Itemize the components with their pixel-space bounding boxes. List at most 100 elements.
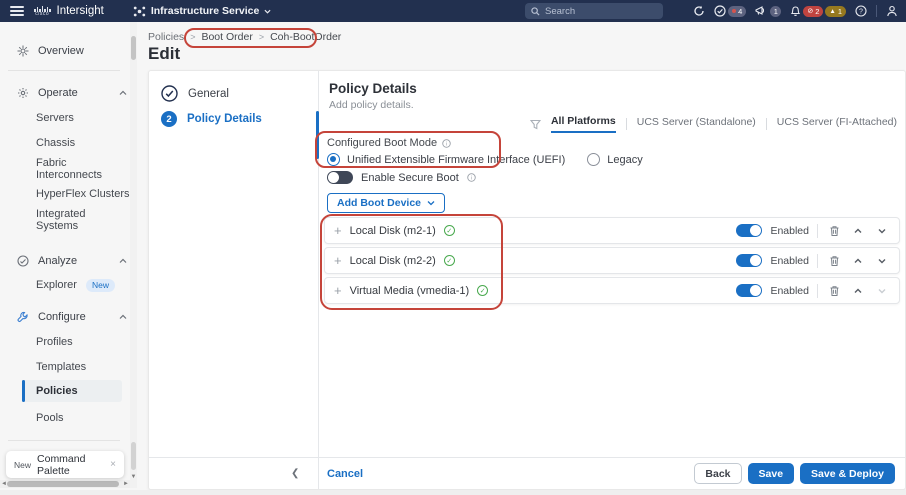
global-search[interactable] <box>525 3 663 19</box>
delete-device-icon[interactable] <box>826 253 842 269</box>
save-deploy-button[interactable]: Save & Deploy <box>800 463 895 484</box>
menu-icon[interactable] <box>10 6 24 16</box>
user-account-icon[interactable] <box>886 5 898 17</box>
secure-boot-toggle[interactable] <box>327 171 353 184</box>
bell-icon <box>791 6 801 16</box>
search-input[interactable] <box>545 5 645 17</box>
chevron-down-icon <box>427 201 435 206</box>
wizard-step-general[interactable]: General <box>161 85 229 102</box>
alarm-warning-badge: ▲ 1 <box>825 5 846 17</box>
move-up-icon[interactable] <box>850 283 866 299</box>
expand-plus-icon[interactable]: + <box>334 254 342 267</box>
svg-text:?: ? <box>859 8 863 15</box>
radio-legacy[interactable] <box>587 153 601 166</box>
sidebar-vertical-scrollbar[interactable]: ▼ <box>130 22 137 488</box>
gear-icon <box>16 87 29 100</box>
top-navigation-bar: cisco Intersight Infrastructure Service <box>0 0 906 22</box>
service-name: Infrastructure Service <box>150 5 260 17</box>
cancel-link[interactable]: Cancel <box>327 468 363 480</box>
tasks-badge: 4 <box>728 5 747 17</box>
breadcrumb-coh-bootorder[interactable]: Coh-BootOrder <box>270 31 341 43</box>
sidebar-item-pools[interactable]: Pools <box>36 410 64 426</box>
filter-icon[interactable] <box>529 119 541 130</box>
intersight-edit-boot-order-page: cisco Intersight Infrastructure Service <box>0 0 906 495</box>
collapse-panel-icon[interactable]: ❮ <box>291 468 299 479</box>
panel-resize-handle[interactable] <box>316 111 319 159</box>
alarm-critical-badge: ⊘ 2 <box>803 5 824 17</box>
radio-uefi[interactable] <box>327 153 340 166</box>
wizard-step-policy-details[interactable]: 2 Policy Details <box>161 111 262 127</box>
expand-plus-icon[interactable]: + <box>334 224 342 237</box>
sidebar-item-fabric-interconnects[interactable]: Fabric Interconnects <box>36 157 130 181</box>
tab-ucs-server-standalone[interactable]: UCS Server (Standalone) <box>637 116 756 132</box>
breadcrumb-boot-order[interactable]: Boot Order <box>201 31 252 43</box>
breadcrumb-policies[interactable]: Policies <box>148 31 184 43</box>
expand-plus-icon[interactable]: + <box>334 284 342 297</box>
move-up-icon[interactable] <box>850 223 866 239</box>
page-bottom-strip <box>0 490 906 495</box>
delete-device-icon[interactable] <box>826 283 842 299</box>
move-down-icon[interactable] <box>874 253 890 269</box>
chevron-down-icon <box>264 9 271 14</box>
radio-uefi-label: Unified Extensible Firmware Interface (U… <box>347 153 566 166</box>
move-down-icon[interactable] <box>874 223 890 239</box>
svg-text:i: i <box>446 141 447 147</box>
refresh-icon[interactable] <box>693 5 705 17</box>
back-button[interactable]: Back <box>694 463 742 484</box>
boot-device-name: Virtual Media (vmedia-1) <box>349 284 470 297</box>
sidebar-horizontal-scrollbar[interactable]: ◄ ► <box>0 480 130 488</box>
new-badge: New <box>86 278 116 292</box>
command-palette-button[interactable]: New Command Palette × <box>6 451 124 478</box>
enabled-label: Enabled <box>770 254 809 267</box>
sidebar-section-configure[interactable]: Configure <box>16 308 127 326</box>
sidebar-item-explorer[interactable]: Explorer New <box>36 277 116 293</box>
boot-device-row: + Local Disk (m2-1) ✓ Enabled <box>324 217 900 244</box>
wrench-icon <box>16 311 29 324</box>
device-enabled-toggle[interactable] <box>736 254 763 267</box>
sidebar-item-integrated-systems[interactable]: Integrated Systems <box>36 208 130 232</box>
service-switcher[interactable]: Infrastructure Service <box>133 5 272 18</box>
announcements-badge: 1 <box>770 5 782 17</box>
device-enabled-toggle[interactable] <box>736 224 763 237</box>
tab-all-platforms[interactable]: All Platforms <box>550 115 616 133</box>
sidebar-item-servers[interactable]: Servers <box>36 110 74 126</box>
sidebar-item-profiles[interactable]: Profiles <box>36 334 73 350</box>
tasks-indicator[interactable]: 4 <box>714 5 747 17</box>
help-icon[interactable]: ? <box>855 5 867 17</box>
close-icon[interactable]: × <box>110 459 116 470</box>
command-palette-label: Command Palette <box>37 452 86 477</box>
svg-text:i: i <box>471 176 472 182</box>
sidebar-item-hyperflex-clusters[interactable]: HyperFlex Clusters <box>36 186 130 202</box>
move-down-icon-disabled <box>874 283 890 299</box>
sidebar-item-templates[interactable]: Templates <box>36 359 86 375</box>
device-enabled-toggle[interactable] <box>736 284 763 297</box>
edit-policy-card: General 2 Policy Details Policy Details … <box>148 70 906 490</box>
alarms-indicator[interactable]: ⊘ 2 ▲ 1 <box>790 5 846 17</box>
sidebar-section-analyze[interactable]: Analyze <box>16 252 127 270</box>
announcements-indicator[interactable]: 1 <box>755 5 782 17</box>
info-icon: i <box>467 173 476 182</box>
save-button[interactable]: Save <box>747 463 795 484</box>
chevron-up-icon <box>119 90 127 95</box>
sidebar-nav: Overview Operate Servers Chassis Fabric … <box>0 22 130 495</box>
sidebar-item-label: Policies <box>36 385 78 397</box>
brand-title: Intersight <box>56 5 104 17</box>
sidebar-item-policies[interactable]: Policies <box>22 380 122 402</box>
delete-device-icon[interactable] <box>826 223 842 239</box>
tab-ucs-server-fi-attached[interactable]: UCS Server (FI-Attached) <box>777 116 897 132</box>
valid-check-icon: ✓ <box>477 285 489 296</box>
megaphone-icon <box>755 6 765 15</box>
move-up-icon[interactable] <box>850 253 866 269</box>
step-complete-icon <box>161 85 178 102</box>
platform-tabs: All Platforms UCS Server (Standalone) UC… <box>529 115 897 133</box>
add-boot-device-button[interactable]: Add Boot Device <box>327 193 446 213</box>
valid-check-icon: ✓ <box>443 225 455 236</box>
step-number-badge: 2 <box>161 111 177 127</box>
sidebar-item-chassis[interactable]: Chassis <box>36 135 75 151</box>
sidebar-item-overview[interactable]: Overview <box>16 42 84 60</box>
secure-boot-label: Enable Secure Boot <box>361 171 459 184</box>
boot-device-row: + Virtual Media (vmedia-1) ✓ Enabled <box>324 277 900 304</box>
valid-check-icon: ✓ <box>443 255 455 266</box>
sidebar-section-operate[interactable]: Operate <box>16 84 127 102</box>
boot-device-row: + Local Disk (m2-2) ✓ Enabled <box>324 247 900 274</box>
